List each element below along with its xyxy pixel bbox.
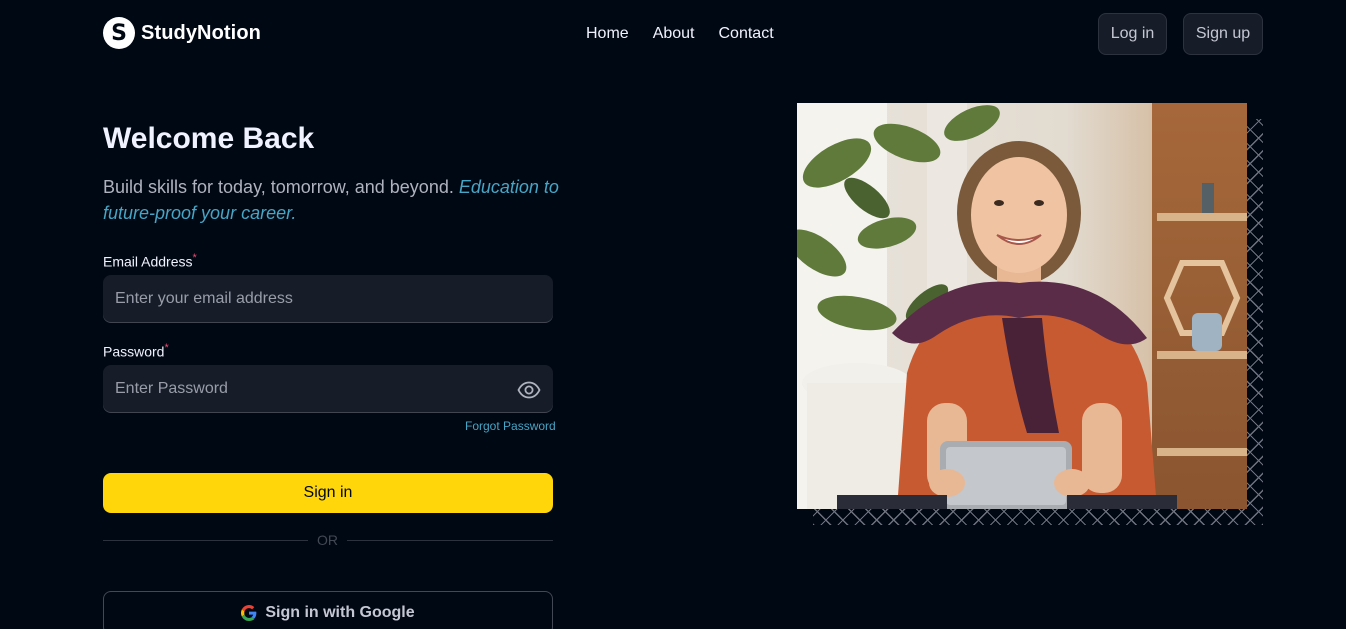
signup-button[interactable]: Sign up (1183, 13, 1263, 55)
hero-image (797, 103, 1247, 509)
navbar: S StudyNotion Home About Contact Log in … (0, 0, 1346, 70)
eye-icon[interactable] (517, 378, 541, 402)
page-title: Welcome Back (103, 122, 315, 155)
login-button[interactable]: Log in (1098, 13, 1167, 55)
logo[interactable]: S StudyNotion (103, 17, 261, 49)
password-label-text: Password (103, 343, 165, 360)
sign-in-button[interactable]: Sign in (103, 473, 553, 513)
password-input[interactable] (103, 365, 553, 413)
logo-text: StudyNotion (141, 21, 261, 44)
page-subtitle: Build skills for today, tomorrow, and be… (103, 174, 563, 226)
required-mark: * (164, 342, 169, 354)
nav-link-about[interactable]: About (653, 25, 695, 43)
email-input[interactable] (103, 275, 553, 323)
password-label: Password* (103, 342, 169, 360)
nav-links: Home About Contact (586, 25, 774, 43)
required-mark: * (192, 252, 197, 264)
email-label-text: Email Address (103, 253, 193, 270)
divider-right (347, 540, 553, 541)
google-sign-in-button[interactable]: Sign in with Google (103, 591, 553, 629)
google-icon (241, 605, 257, 621)
google-button-label: Sign in with Google (265, 604, 415, 621)
logo-mark-icon: S (103, 17, 135, 49)
subtitle-text: Build skills for today, tomorrow, and be… (103, 177, 454, 197)
divider-left (103, 540, 308, 541)
nav-link-home[interactable]: Home (586, 25, 629, 43)
nav-link-contact[interactable]: Contact (719, 25, 774, 43)
forgot-password-link[interactable]: Forgot Password (465, 419, 556, 433)
email-label: Email Address* (103, 252, 197, 270)
or-separator: OR (317, 532, 338, 548)
